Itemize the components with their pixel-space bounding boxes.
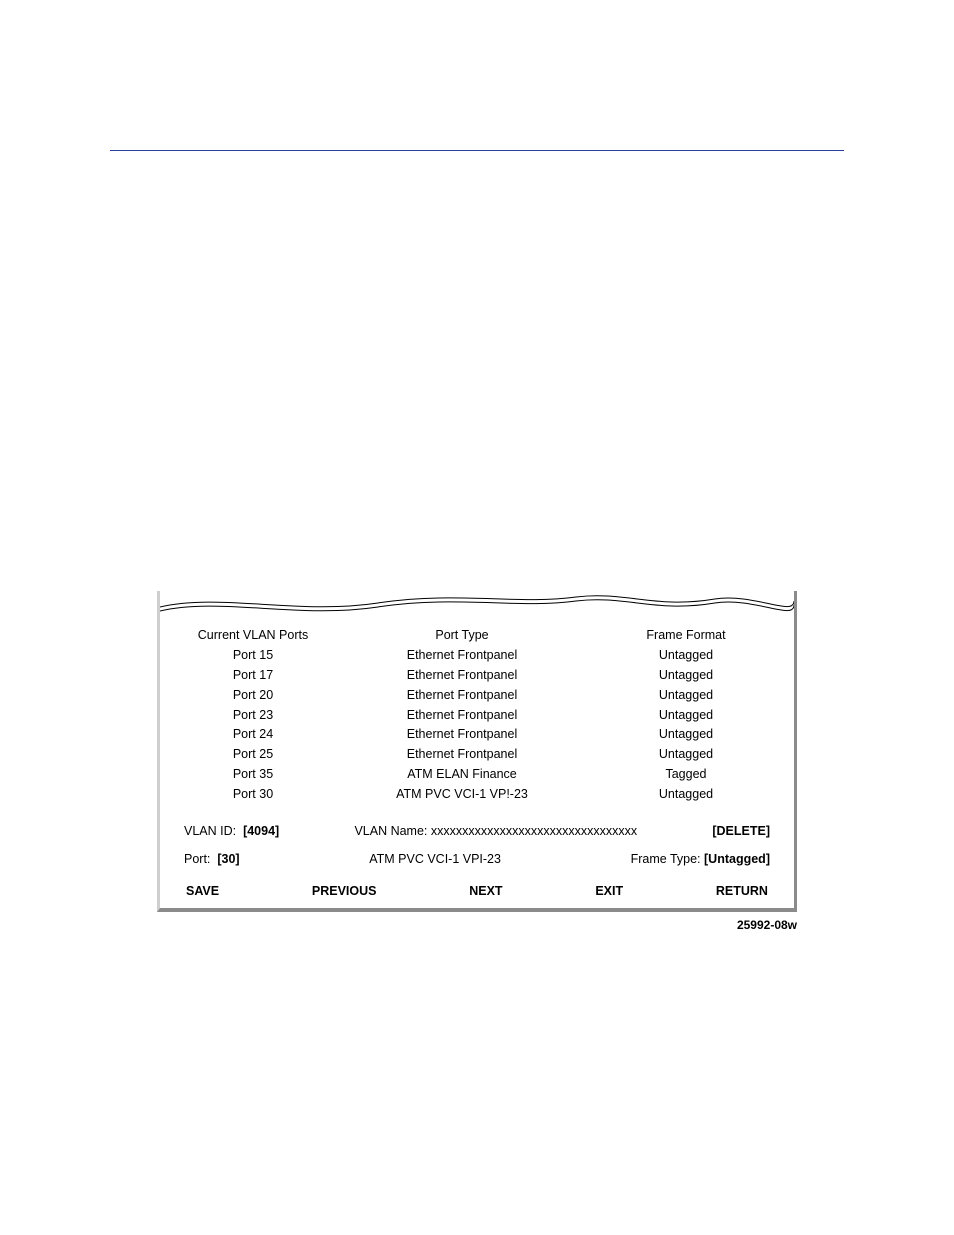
action-bar: SAVE PREVIOUS NEXT EXIT RETURN <box>184 884 770 898</box>
table-row: Port 23 Ethernet Frontpanel Untagged <box>184 705 770 725</box>
table-row: Port 17 Ethernet Frontpanel Untagged <box>184 665 770 685</box>
cell-type: Ethernet Frontpanel <box>322 745 602 765</box>
cell-port: Port 23 <box>184 705 322 725</box>
table-row: Port 15 Ethernet Frontpanel Untagged <box>184 645 770 665</box>
cell-frame: Untagged <box>602 745 770 765</box>
frame-type-field[interactable]: [Untagged] <box>704 852 770 866</box>
vlan-id-label: VLAN ID: <box>184 824 236 838</box>
vlan-config-panel: Current VLAN Ports Port Type Frame Forma… <box>157 591 797 912</box>
header-type: Port Type <box>322 625 602 645</box>
port-label: Port: <box>184 852 210 866</box>
cell-type: Ethernet Frontpanel <box>322 725 602 745</box>
vlan-name-label: VLAN Name: <box>354 824 427 838</box>
cell-frame: Untagged <box>602 665 770 685</box>
table-row: Port 24 Ethernet Frontpanel Untagged <box>184 725 770 745</box>
return-button[interactable]: RETURN <box>716 884 768 898</box>
cell-frame: Untagged <box>602 725 770 745</box>
port-type-text: ATM PVC VCI-1 VPI-23 <box>369 852 501 866</box>
vlan-id-field[interactable]: [4094] <box>243 824 279 838</box>
vlan-name-field[interactable]: xxxxxxxxxxxxxxxxxxxxxxxxxxxxxxxxx <box>431 824 637 838</box>
table-row: Port 20 Ethernet Frontpanel Untagged <box>184 685 770 705</box>
port-field[interactable]: [30] <box>217 852 239 866</box>
cell-frame: Untagged <box>602 645 770 665</box>
exit-button[interactable]: EXIT <box>595 884 623 898</box>
figure-id: 25992-08w <box>157 918 797 932</box>
header-frame: Frame Format <box>602 625 770 645</box>
cell-frame: Untagged <box>602 685 770 705</box>
frame-type-label: Frame Type: <box>631 852 701 866</box>
cell-frame: Untagged <box>602 785 770 805</box>
port-row: Port: [30] ATM PVC VCI-1 VPI-23 Frame Ty… <box>184 852 770 866</box>
torn-edge-icon <box>160 591 794 619</box>
vlan-ports-table: Current VLAN Ports Port Type Frame Forma… <box>184 625 770 804</box>
previous-button[interactable]: PREVIOUS <box>312 884 377 898</box>
table-row: Port 30 ATM PVC VCI-1 VP!-23 Untagged <box>184 785 770 805</box>
cell-port: Port 30 <box>184 785 322 805</box>
table-row: Port 25 Ethernet Frontpanel Untagged <box>184 745 770 765</box>
header-ports: Current VLAN Ports <box>184 625 322 645</box>
table-row: Port 35 ATM ELAN Finance Tagged <box>184 765 770 785</box>
cell-port: Port 15 <box>184 645 322 665</box>
next-button[interactable]: NEXT <box>469 884 502 898</box>
cell-type: Ethernet Frontpanel <box>322 685 602 705</box>
cell-type: ATM ELAN Finance <box>322 765 602 785</box>
cell-frame: Untagged <box>602 705 770 725</box>
cell-port: Port 24 <box>184 725 322 745</box>
cell-type: ATM PVC VCI-1 VP!-23 <box>322 785 602 805</box>
save-button[interactable]: SAVE <box>186 884 219 898</box>
cell-type: Ethernet Frontpanel <box>322 645 602 665</box>
delete-button[interactable]: [DELETE] <box>712 824 770 838</box>
vlan-id-row: VLAN ID: [4094] VLAN Name: xxxxxxxxxxxxx… <box>184 824 770 838</box>
table-header-row: Current VLAN Ports Port Type Frame Forma… <box>184 625 770 645</box>
cell-type: Ethernet Frontpanel <box>322 665 602 685</box>
cell-port: Port 25 <box>184 745 322 765</box>
header-rule <box>110 150 844 151</box>
cell-port: Port 20 <box>184 685 322 705</box>
cell-port: Port 17 <box>184 665 322 685</box>
cell-port: Port 35 <box>184 765 322 785</box>
cell-frame: Tagged <box>602 765 770 785</box>
cell-type: Ethernet Frontpanel <box>322 705 602 725</box>
